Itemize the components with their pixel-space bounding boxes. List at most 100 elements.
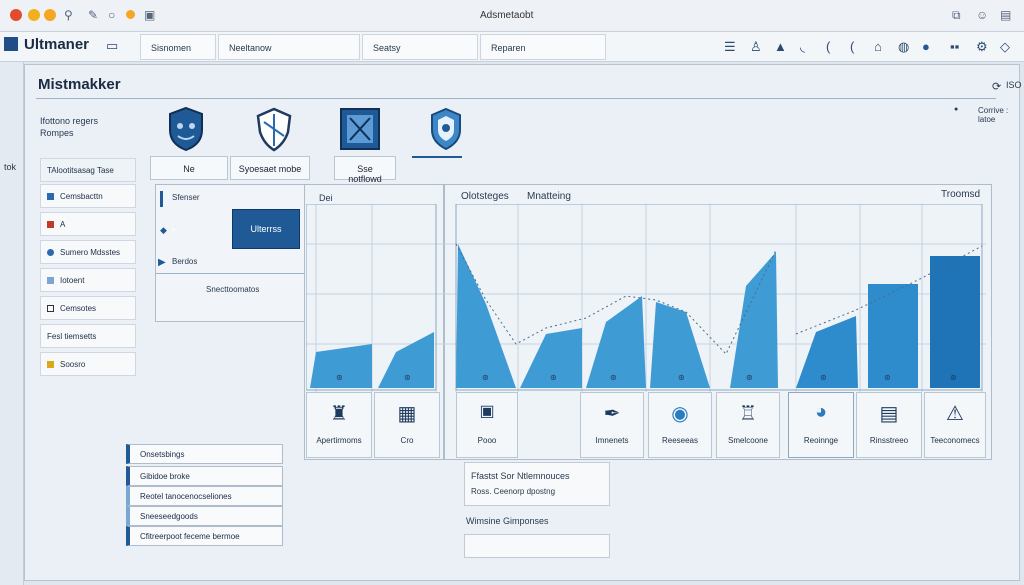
- page-title: Mistmakker: [38, 76, 121, 93]
- chart-right-label: Troomsd: [941, 189, 981, 200]
- play-icon[interactable]: ▶: [158, 257, 166, 268]
- badge-shield-icon[interactable]: [424, 106, 468, 152]
- feature-label: Cro: [400, 436, 414, 445]
- filter-row-2: Berdos: [172, 257, 198, 266]
- bottom-list-item[interactable]: Sneeseedgoods: [126, 506, 283, 526]
- expand-icon[interactable]: ◆: [160, 225, 167, 236]
- gift-icon[interactable]: ⌂: [874, 39, 882, 54]
- sidebar-item-label: Cemsbacttn: [60, 192, 103, 201]
- category-tab-syoesaet[interactable]: Syoesaet mobe: [230, 156, 310, 180]
- feature-card[interactable]: ◉ Reeseeas: [648, 392, 712, 458]
- globe-icon[interactable]: ◍: [898, 39, 909, 55]
- category-tab-label: Syoesaet mobe: [238, 164, 302, 174]
- outline-shield-icon[interactable]: [252, 106, 296, 152]
- sidebar-item-a[interactable]: A: [40, 212, 136, 236]
- refresh-icon[interactable]: ⟳: [992, 80, 1001, 93]
- chart-tab-1[interactable]: Olotsteges: [461, 191, 509, 202]
- feature-card[interactable]: ♖ Smelcoone: [716, 392, 780, 458]
- feature-card[interactable]: ✒ Imnenets: [580, 392, 644, 458]
- bottom-list-item[interactable]: Reotel tanocenocseliones: [126, 486, 283, 506]
- sidebar-item-label: A: [60, 220, 66, 229]
- feature-label: Reoinnge: [803, 436, 839, 445]
- toggle-icon[interactable]: ▪▪: [950, 39, 959, 54]
- droplet-icon[interactable]: ◇: [1000, 39, 1010, 55]
- rail-label: tok: [4, 162, 17, 172]
- primary-action-button[interactable]: Ulterrss: [232, 209, 300, 249]
- bottom-list-label: Reotel tanocenocseliones: [140, 492, 232, 501]
- tab-label: Sisnomen: [151, 43, 192, 53]
- user-icon[interactable]: ☺: [976, 8, 988, 22]
- minimize-window-icon[interactable]: [28, 9, 40, 21]
- feature-card[interactable]: ♜ Apertirmoms: [306, 392, 372, 458]
- tab-reparen[interactable]: Reparen: [480, 34, 606, 60]
- sidebar-header[interactable]: TAlootitsasag Tase: [40, 158, 136, 182]
- info-icon[interactable]: ○: [108, 8, 115, 22]
- category-tab-ne[interactable]: Ne: [150, 156, 228, 180]
- share-icon[interactable]: ⧉: [952, 8, 961, 23]
- bottom-list-item[interactable]: Gibidoe broke: [126, 466, 283, 486]
- bottom-list-item[interactable]: Cfitreerpoot feceme bermoe: [126, 526, 283, 546]
- sidebar-toggle-icon[interactable]: ▭: [106, 38, 118, 54]
- user-circle-icon[interactable]: ●: [922, 39, 930, 54]
- bracket-icon[interactable]: (: [826, 39, 830, 54]
- more-icon[interactable]: ▤: [1000, 8, 1011, 22]
- description-line-1: Ifottono regers: [40, 116, 99, 126]
- triangle-icon[interactable]: ▲: [774, 39, 787, 54]
- item-marker-icon: [47, 361, 54, 368]
- close-window-icon[interactable]: [10, 9, 22, 21]
- square-shield-icon[interactable]: [338, 106, 382, 152]
- ticket-icon: ▣: [479, 403, 495, 420]
- tools-icon[interactable]: ✎: [88, 8, 98, 22]
- bottom-list-item[interactable]: Onsetsbings: [126, 444, 283, 464]
- feature-label: Teeconomecs: [930, 436, 980, 445]
- window-title: Adsmetaobt: [480, 10, 534, 21]
- feature-card[interactable]: ▣ Pooo: [456, 392, 518, 458]
- sidebar-item-label: Iotoent: [60, 276, 85, 285]
- face-shield-icon[interactable]: [164, 106, 208, 152]
- chart-tab-2[interactable]: Mnatteing: [527, 191, 571, 202]
- sidebar-item-soosro[interactable]: Soosro: [40, 352, 136, 376]
- item-marker-icon: [47, 249, 54, 256]
- tab-label: Reparen: [491, 43, 526, 53]
- info-section-title: Wimsine Gimponses: [466, 516, 549, 526]
- feature-card[interactable]: ◕ Reoinnge: [788, 392, 854, 458]
- settings-icon[interactable]: ⚙: [976, 39, 988, 55]
- sidebar-item-sumero[interactable]: Sumero Mdsstes: [40, 240, 136, 264]
- filter-panel: Sfenser Ulterrss ◆ ▪ ▶ Berdos Snecttooma…: [155, 184, 305, 322]
- globe-icon: ◉: [671, 403, 689, 425]
- bookmark-icon[interactable]: ⚲: [64, 8, 73, 22]
- tab-neeltanow[interactable]: Neeltanow: [218, 34, 360, 60]
- svg-text:⊛: ⊛: [550, 373, 557, 382]
- category-tab-sse[interactable]: Sse notflowd: [334, 156, 396, 184]
- title-divider: [36, 98, 996, 99]
- bottom-list-label: Sneeseedgoods: [140, 512, 198, 521]
- feature-card[interactable]: ▦ Cro: [374, 392, 440, 458]
- list-icon[interactable]: ☰: [724, 39, 736, 55]
- meta-dot-icon: ●: [954, 106, 959, 113]
- svg-text:⊛: ⊛: [336, 373, 343, 382]
- sidebar-item-iotoent[interactable]: Iotoent: [40, 268, 136, 292]
- chart-small-title: Dei: [319, 193, 333, 203]
- sidebar-item-label: Cemsotes: [60, 304, 97, 313]
- maximize-window-icon[interactable]: [44, 9, 56, 21]
- sidebar-item-fesl[interactable]: Fesl tiemsetts: [40, 324, 136, 348]
- calculator-icon: ▦: [397, 403, 417, 425]
- category-tab-label: Ne: [183, 164, 195, 174]
- feature-label: Pooo: [477, 436, 497, 445]
- bracket-icon[interactable]: (: [850, 39, 854, 54]
- moon-icon[interactable]: ◟: [800, 39, 805, 55]
- sidebar-header-label: TAlootitsasag Tase: [47, 166, 114, 175]
- feature-card[interactable]: ⚠ Teeconomecs: [924, 392, 986, 458]
- tab-grid-icon[interactable]: ▣: [144, 8, 155, 22]
- sidebar-item-cemsbacttn[interactable]: Cemsbacttn: [40, 184, 136, 208]
- tab-sisnomen[interactable]: Sisnomen: [140, 34, 216, 60]
- sidebar-item-cemsotes[interactable]: Cemsotes: [40, 296, 136, 320]
- cup-icon: ♖: [739, 403, 757, 425]
- item-marker-icon: [47, 193, 54, 200]
- info-input-field[interactable]: [464, 534, 610, 558]
- tab-seatsy[interactable]: Seatsy: [362, 34, 478, 60]
- feature-card[interactable]: ▤ Rinsstreeo: [856, 392, 922, 458]
- item-marker-icon: [47, 277, 54, 284]
- person-icon[interactable]: ♙: [750, 39, 762, 55]
- svg-text:⊛: ⊛: [884, 373, 891, 382]
